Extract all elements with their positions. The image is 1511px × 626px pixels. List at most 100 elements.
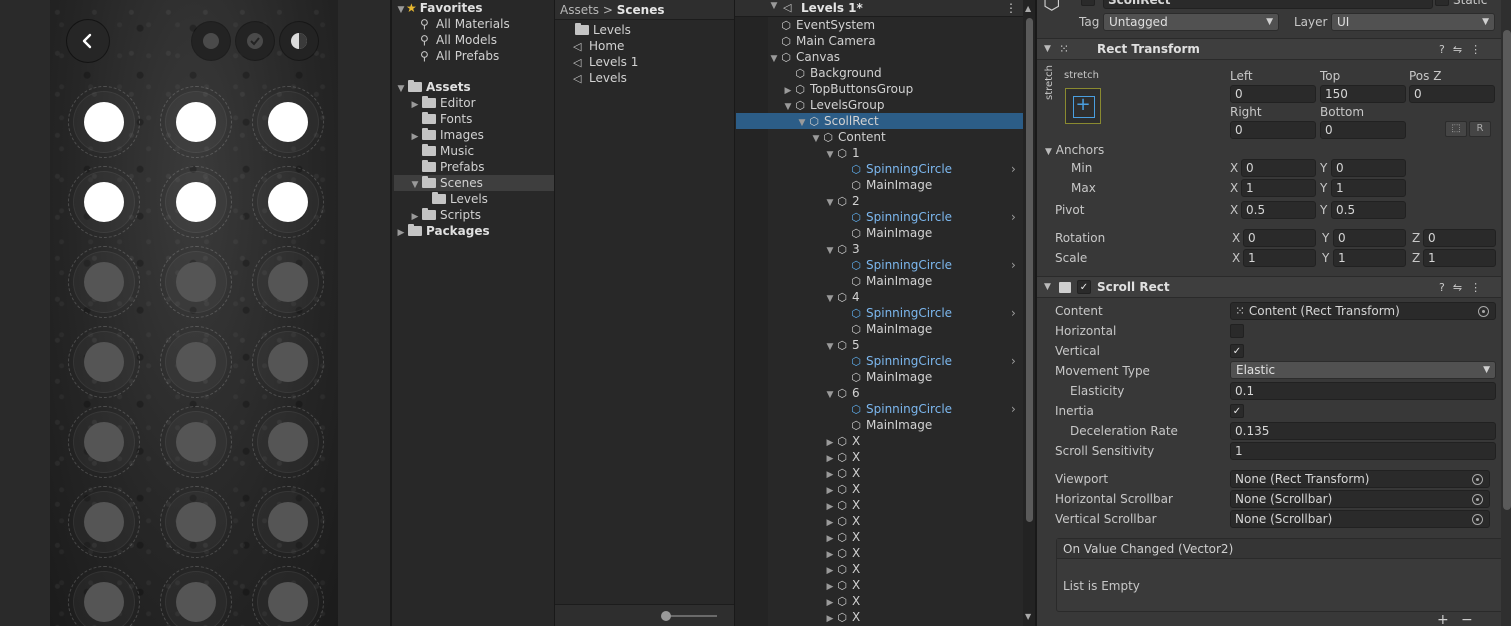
- level-button[interactable]: [252, 406, 324, 478]
- level-button[interactable]: [68, 326, 140, 398]
- bottom-field[interactable]: 0: [1320, 121, 1406, 139]
- hierarchy-item[interactable]: ▼ ⬡ 5: [825, 337, 860, 353]
- hierarchy-item[interactable]: ▶ ⬡ X: [825, 529, 861, 545]
- expand-arrow-icon[interactable]: ▶: [396, 225, 406, 241]
- horizontal-checkbox[interactable]: [1230, 324, 1244, 338]
- level-button[interactable]: [160, 86, 232, 158]
- static-checkbox[interactable]: [1435, 0, 1449, 6]
- hierarchy-item[interactable]: ⬡ SpinningCircle: [839, 257, 952, 273]
- hierarchy-item[interactable]: ▶ ⬡ X: [825, 433, 861, 449]
- level-button[interactable]: [68, 246, 140, 318]
- tree-item-folder[interactable]: Fonts: [410, 111, 472, 127]
- expand-arrow-icon[interactable]: ▼: [769, 1, 779, 11]
- hierarchy-item[interactable]: ⬡ SpinningCircle: [839, 305, 952, 321]
- kebab-menu-icon[interactable]: ⋮: [1005, 1, 1017, 15]
- hierarchy-item[interactable]: ⬡ MainImage: [839, 177, 932, 193]
- tree-item-assets[interactable]: ▼ Assets: [396, 79, 556, 95]
- level-button[interactable]: [252, 566, 324, 626]
- expand-arrow-icon[interactable]: ▼: [825, 339, 835, 355]
- collapse-arrow-icon[interactable]: ▼: [1045, 147, 1052, 157]
- tree-item-folder[interactable]: Prefabs: [410, 159, 485, 175]
- anchor-max-x-field[interactable]: 1: [1241, 179, 1316, 197]
- help-icon[interactable]: ?: [1439, 43, 1453, 56]
- open-prefab-chevron-icon[interactable]: ›: [1011, 353, 1016, 369]
- hierarchy-item[interactable]: ▼ ⬡ 6: [825, 385, 860, 401]
- hierarchy-item[interactable]: ⬡ SpinningCircle: [839, 161, 952, 177]
- hierarchy-item[interactable]: ▼ ⬡ ScollRect: [736, 113, 1023, 129]
- vertical-checkbox[interactable]: ✓: [1230, 344, 1244, 358]
- expand-arrow-icon[interactable]: ▼: [825, 195, 835, 211]
- hierarchy-item[interactable]: ▼ ⬡ LevelsGroup: [783, 97, 885, 113]
- expand-arrow-icon[interactable]: ▼: [396, 81, 406, 97]
- tree-item-folder[interactable]: ▶ Editor: [410, 95, 476, 111]
- hierarchy-item[interactable]: ▶ ⬡ X: [825, 449, 861, 465]
- rotation-x-field[interactable]: 0: [1243, 229, 1316, 247]
- open-prefab-chevron-icon[interactable]: ›: [1011, 257, 1016, 273]
- level-button[interactable]: [252, 86, 324, 158]
- rotation-y-field[interactable]: 0: [1333, 229, 1406, 247]
- layer-dropdown[interactable]: UI ▼: [1331, 13, 1495, 31]
- expand-arrow-icon[interactable]: ▼: [825, 147, 835, 163]
- hierarchy-item[interactable]: ⬡ MainImage: [839, 225, 932, 241]
- hierarchy-item[interactable]: ▼ ⬡ 3: [825, 241, 860, 257]
- level-button[interactable]: [252, 326, 324, 398]
- object-picker-icon[interactable]: [1478, 306, 1489, 317]
- tree-item-favorite[interactable]: ⚲ All Materials: [420, 16, 510, 32]
- pivot-x-field[interactable]: 0.5: [1241, 201, 1316, 219]
- level-button[interactable]: [160, 246, 232, 318]
- context-menu-icon[interactable]: ⋮: [1470, 43, 1489, 56]
- component-enabled-checkbox[interactable]: ✓: [1077, 280, 1091, 294]
- expand-arrow-icon[interactable]: ▼: [396, 2, 406, 18]
- level-button[interactable]: [68, 166, 140, 238]
- icon-size-slider-handle[interactable]: [661, 611, 671, 621]
- horizontal-scrollbar-field[interactable]: None (Scrollbar): [1230, 490, 1490, 508]
- level-button[interactable]: [68, 566, 140, 626]
- presets-icon[interactable]: ⇋: [1453, 43, 1470, 56]
- icon-size-slider-track[interactable]: [665, 615, 717, 617]
- tree-item-scenes[interactable]: ▼ Scenes: [394, 175, 556, 191]
- level-button[interactable]: [160, 486, 232, 558]
- scroll-rect-header[interactable]: ▼ ✓ Scroll Rect ?⇋⋮: [1037, 276, 1511, 298]
- viewport-field[interactable]: None (Rect Transform): [1230, 470, 1490, 488]
- open-prefab-chevron-icon[interactable]: ›: [1011, 305, 1016, 321]
- hierarchy-scene-header[interactable]: ▼ ◁ Levels 1* ⋮: [735, 0, 1023, 17]
- hierarchy-item[interactable]: ▼ ⬡ 2: [825, 193, 860, 209]
- collapse-arrow-icon[interactable]: ▼: [1044, 39, 1051, 60]
- expand-arrow-icon[interactable]: ▼: [797, 115, 807, 131]
- left-field[interactable]: 0: [1230, 85, 1316, 103]
- scale-x-field[interactable]: 1: [1243, 249, 1316, 267]
- expand-arrow-icon[interactable]: ▼: [825, 387, 835, 403]
- anchor-min-x-field[interactable]: 0: [1241, 159, 1316, 177]
- breadcrumb-assets[interactable]: Assets: [560, 3, 599, 17]
- expand-arrow-icon[interactable]: ▼: [769, 51, 779, 67]
- hierarchy-item[interactable]: ▼ ⬡ Content: [811, 129, 886, 145]
- hierarchy-item[interactable]: ▶ ⬡ X: [825, 545, 861, 561]
- hierarchy-item[interactable]: ▶ ⬡ X: [825, 465, 861, 481]
- object-picker-icon[interactable]: [1472, 514, 1483, 525]
- vertical-scrollbar-field[interactable]: None (Scrollbar): [1230, 510, 1490, 528]
- scroll-up-icon[interactable]: ▲: [1025, 4, 1031, 13]
- hierarchy-item[interactable]: ▶ ⬡ X: [825, 561, 861, 577]
- open-prefab-chevron-icon[interactable]: ›: [1011, 209, 1016, 225]
- level-button[interactable]: [160, 566, 232, 626]
- hierarchy-item[interactable]: ▼ ⬡ 4: [825, 289, 860, 305]
- hierarchy-item[interactable]: ⬡ MainImage: [839, 321, 932, 337]
- scroll-down-icon[interactable]: ▼: [1025, 612, 1031, 621]
- hierarchy-item[interactable]: ▶ ⬡ TopButtonsGroup: [783, 81, 914, 97]
- pivot-y-field[interactable]: 0.5: [1331, 201, 1406, 219]
- hierarchy-item[interactable]: ⬡ SpinningCircle: [839, 401, 952, 417]
- hierarchy-item[interactable]: ⬡ EventSystem: [769, 17, 875, 33]
- object-picker-icon[interactable]: [1472, 474, 1483, 485]
- level-button[interactable]: [160, 406, 232, 478]
- raw-edit-button[interactable]: R: [1469, 121, 1491, 137]
- blueprint-mode-button[interactable]: ⬚: [1445, 121, 1467, 137]
- anchor-max-y-field[interactable]: 1: [1331, 179, 1406, 197]
- tree-item-favorite[interactable]: ⚲ All Prefabs: [420, 48, 499, 64]
- hierarchy-item[interactable]: ⬡ MainImage: [839, 417, 932, 433]
- scale-z-field[interactable]: 1: [1423, 249, 1496, 267]
- presets-icon[interactable]: ⇋: [1453, 281, 1470, 294]
- file-item[interactable]: ◁ Levels 1: [573, 54, 638, 70]
- rotation-z-field[interactable]: 0: [1423, 229, 1496, 247]
- anchor-min-y-field[interactable]: 0: [1331, 159, 1406, 177]
- tree-item-packages[interactable]: ▶ Packages: [396, 223, 490, 239]
